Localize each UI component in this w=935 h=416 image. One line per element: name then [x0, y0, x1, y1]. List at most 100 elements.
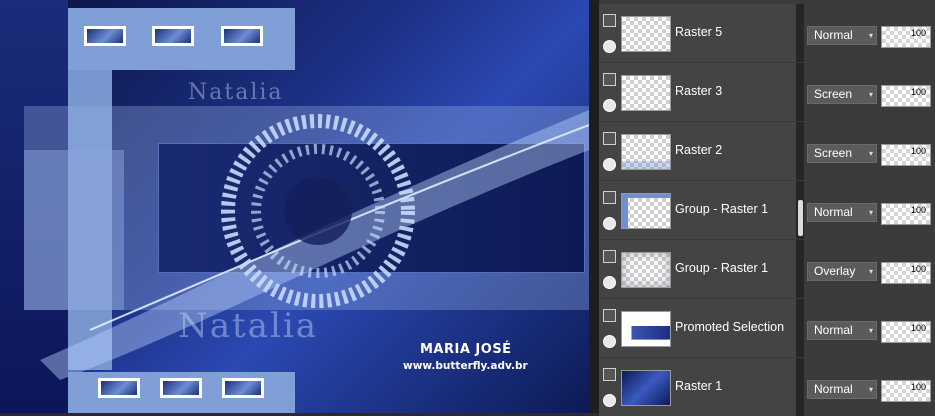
layer-thumbnail[interactable]	[621, 75, 671, 111]
layer-mask-icon[interactable]	[603, 132, 616, 145]
layer-mask-icon[interactable]	[603, 73, 616, 86]
layer-mask-icon[interactable]	[603, 309, 616, 322]
layer-properties: Overlay ▾ 100	[804, 240, 935, 298]
opacity-value: 100	[910, 146, 926, 156]
opacity-field[interactable]: 100	[881, 85, 931, 107]
layer-row-main[interactable]: Raster 2	[599, 122, 796, 180]
blend-mode-value: Normal	[814, 323, 853, 337]
layer-row-main[interactable]: Raster 5	[599, 4, 796, 62]
eye-icon[interactable]	[603, 99, 616, 112]
signature-url: www.butterfly.adv.br	[403, 360, 528, 372]
layer-properties: Normal ▾ 100	[804, 4, 935, 62]
panel-divider	[589, 0, 599, 413]
layer-row-main[interactable]: Promoted Selection	[599, 299, 796, 357]
opacity-value: 100	[910, 87, 926, 97]
chevron-down-icon: ▾	[868, 385, 873, 394]
opacity-field[interactable]: 100	[881, 203, 931, 225]
spiral-center	[284, 177, 352, 245]
opacity-value: 100	[910, 382, 926, 392]
layer-thumbnail[interactable]	[621, 311, 671, 347]
layer-row[interactable]: Group - Raster 1 Normal ▾ 100	[599, 181, 935, 239]
layer-properties: Normal ▾ 100	[804, 181, 935, 239]
chevron-down-icon: ▾	[868, 90, 873, 99]
blend-mode-value: Screen	[814, 146, 853, 160]
chevron-down-icon: ▾	[868, 31, 873, 40]
layer-row-separator	[796, 299, 804, 357]
opacity-field[interactable]: 100	[881, 380, 931, 402]
layers-panel: Raster 5 Normal ▾ 100 Raster 3 Screen ▾ 100 Rast…	[599, 0, 935, 416]
layer-row-separator	[796, 63, 804, 121]
layer-row-separator	[796, 240, 804, 298]
signature-name: MARIA JOSÉ	[420, 342, 512, 357]
layer-thumbnail[interactable]	[621, 370, 671, 406]
opacity-field[interactable]: 100	[881, 26, 931, 48]
layer-properties: Normal ▾ 100	[804, 358, 935, 416]
layer-properties: Screen ▾ 100	[804, 63, 935, 121]
eye-icon[interactable]	[603, 217, 616, 230]
layer-name[interactable]: Promoted Selection	[675, 320, 784, 334]
blend-mode-value: Screen	[814, 87, 853, 101]
layer-row[interactable]: Promoted Selection Normal ▾ 100	[599, 299, 935, 357]
layer-row[interactable]: Raster 1 Normal ▾ 100	[599, 358, 935, 416]
blend-mode-value: Normal	[814, 382, 853, 396]
eye-icon[interactable]	[603, 276, 616, 289]
opacity-value: 100	[910, 205, 926, 215]
blend-mode-select[interactable]: Screen ▾	[807, 85, 877, 104]
opacity-field[interactable]: 100	[881, 321, 931, 343]
blend-mode-value: Normal	[814, 205, 853, 219]
layer-name[interactable]: Raster 1	[675, 379, 722, 393]
blend-mode-value: Overlay	[814, 264, 856, 278]
bottom-thumb-2	[160, 378, 202, 398]
opacity-value: 100	[910, 28, 926, 38]
opacity-field[interactable]: 100	[881, 144, 931, 166]
chevron-down-icon: ▾	[868, 267, 873, 276]
layer-mask-icon[interactable]	[603, 191, 616, 204]
layer-mask-icon[interactable]	[603, 250, 616, 263]
chevron-down-icon: ▾	[868, 208, 873, 217]
layer-mask-icon[interactable]	[603, 368, 616, 381]
blend-mode-select[interactable]: Overlay ▾	[807, 262, 877, 281]
layer-row-separator	[796, 122, 804, 180]
bottom-thumb-1	[98, 378, 140, 398]
layer-mask-icon[interactable]	[603, 14, 616, 27]
layer-thumbnail[interactable]	[621, 134, 671, 170]
blend-mode-select[interactable]: Screen ▾	[807, 144, 877, 163]
layer-row[interactable]: Raster 2 Screen ▾ 100	[599, 122, 935, 180]
opacity-value: 100	[910, 264, 926, 274]
opacity-field[interactable]: 100	[881, 262, 931, 284]
blend-mode-select[interactable]: Normal ▾	[807, 26, 877, 45]
eye-icon[interactable]	[603, 394, 616, 407]
watermark-top: Natalia	[188, 80, 284, 105]
eye-icon[interactable]	[603, 158, 616, 171]
blend-mode-select[interactable]: Normal ▾	[807, 321, 877, 340]
layer-row[interactable]: Raster 5 Normal ▾ 100	[599, 4, 935, 62]
layer-thumbnail[interactable]	[621, 252, 671, 288]
layer-row-main[interactable]: Group - Raster 1	[599, 181, 796, 239]
layer-row-main[interactable]: Raster 3	[599, 63, 796, 121]
blend-mode-select[interactable]: Normal ▾	[807, 380, 877, 399]
layer-name[interactable]: Raster 2	[675, 143, 722, 157]
layer-thumbnail[interactable]	[621, 16, 671, 52]
layer-name[interactable]: Raster 3	[675, 84, 722, 98]
layer-properties: Screen ▾ 100	[804, 122, 935, 180]
layer-row-separator	[796, 4, 804, 62]
eye-icon[interactable]	[603, 335, 616, 348]
watermark-bottom: Natalia	[178, 306, 318, 346]
layer-row[interactable]: Group - Raster 1 Overlay ▾ 100	[599, 240, 935, 298]
panel-resize-handle[interactable]	[798, 200, 803, 236]
layer-name[interactable]: Group - Raster 1	[675, 202, 768, 216]
layer-name[interactable]: Group - Raster 1	[675, 261, 768, 275]
layer-properties: Normal ▾ 100	[804, 299, 935, 357]
layer-thumbnail[interactable]	[621, 193, 671, 229]
layer-row[interactable]: Raster 3 Screen ▾ 100	[599, 63, 935, 121]
opacity-value: 100	[910, 323, 926, 333]
chevron-down-icon: ▾	[868, 326, 873, 335]
layer-row-main[interactable]: Raster 1	[599, 358, 796, 416]
image-canvas[interactable]: Natalia Natalia MARIA JOSÉ www.butterfly…	[0, 0, 589, 413]
chevron-down-icon: ▾	[868, 149, 873, 158]
eye-icon[interactable]	[603, 40, 616, 53]
layer-row-main[interactable]: Group - Raster 1	[599, 240, 796, 298]
blend-mode-select[interactable]: Normal ▾	[807, 203, 877, 222]
layer-name[interactable]: Raster 5	[675, 25, 722, 39]
blend-mode-value: Normal	[814, 28, 853, 42]
